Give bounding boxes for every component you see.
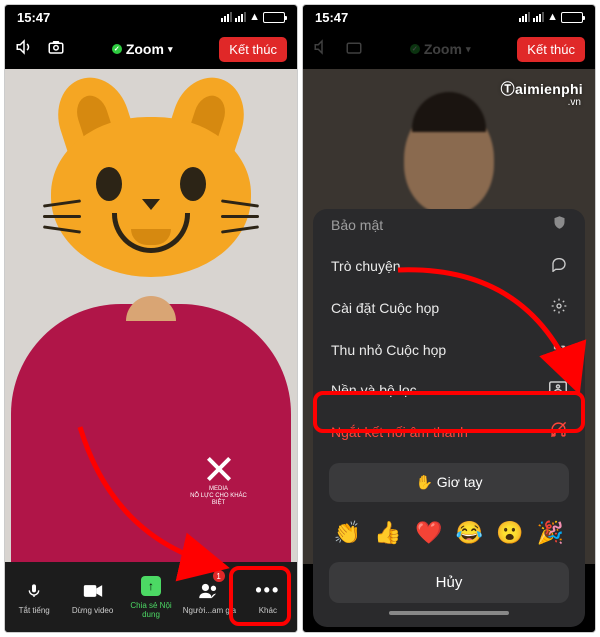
meeting-bottom-bar: Tắt tiếng Dừng video ↑ Chia sẻ Nội dung … — [5, 562, 297, 632]
more-icon: ••• — [255, 580, 280, 602]
camera-switch-icon[interactable] — [345, 38, 363, 61]
reaction-laugh[interactable]: 😂 — [456, 520, 483, 546]
headphones-off-icon — [550, 421, 567, 442]
participants-badge: 1 — [213, 570, 225, 582]
wifi-icon: ▲ — [547, 11, 558, 23]
meeting-title[interactable]: ✓ Zoom ▾ — [410, 41, 471, 57]
home-indicator — [389, 611, 509, 615]
video-feed: MEDIANỖ LỰC CHO KHÁC BIỆT — [5, 69, 297, 564]
shield-icon: ✓ — [112, 44, 122, 54]
minimize-icon — [552, 340, 567, 359]
cancel-button[interactable]: Hủy — [329, 562, 569, 603]
disconnect-audio-row[interactable]: Ngắt kết nối âm thanh — [313, 410, 585, 453]
reactions-row: 👏 👍 ❤️ 😂 😮 🎉 — [313, 512, 585, 554]
person-head-blur — [404, 104, 494, 214]
reaction-tada[interactable]: 🎉 — [537, 520, 564, 546]
reaction-heart[interactable]: ❤️ — [415, 520, 442, 546]
meeting-title[interactable]: ✓ Zoom ▾ — [112, 41, 173, 57]
shield-icon: ✓ — [410, 44, 420, 54]
speaker-icon[interactable] — [313, 38, 331, 61]
settings-label: Cài đặt Cuộc họp — [331, 300, 439, 316]
share-icon: ↑ — [141, 575, 161, 597]
meeting-settings-row[interactable]: Cài đặt Cuộc họp — [313, 287, 585, 329]
wifi-icon: ▲ — [249, 11, 260, 23]
more-button[interactable]: ••• Khác — [239, 562, 297, 632]
security-label: Bảo mật — [331, 217, 383, 233]
mute-label: Tắt tiếng — [19, 606, 50, 615]
share-label: Chia sẻ Nội dung — [122, 601, 180, 619]
watermark-tld: .vn — [568, 97, 581, 108]
end-meeting-button[interactable]: Kết thúc — [517, 37, 585, 62]
cellular-icon-2 — [235, 12, 246, 22]
disconnect-label: Ngắt kết nối âm thanh — [331, 424, 468, 440]
participants-icon — [198, 580, 220, 602]
participants-button[interactable]: 1 Người...am gia — [180, 562, 238, 632]
minimize-label: Thu nhỏ Cuộc họp — [331, 342, 446, 358]
security-row[interactable]: Bảo mật — [313, 209, 585, 245]
person-torso: MEDIANỖ LỰC CHO KHÁC BIỆT — [11, 304, 291, 564]
shield-icon — [552, 215, 567, 234]
watermark-brand: Ⓣaimienphi — [501, 79, 583, 99]
meeting-top-bar: ✓ Zoom ▾ Kết thúc — [303, 29, 595, 69]
status-time: 15:47 — [315, 10, 348, 25]
chat-label: Trò chuyện — [331, 258, 401, 274]
chat-icon — [551, 256, 567, 276]
microphone-icon — [26, 580, 42, 602]
phone-screenshot-right: 15:47 ▲ ✓ Zoom ▾ Kết thúc Ⓣaimienphi .vn — [302, 4, 596, 633]
meeting-top-bar: ✓ Zoom ▾ Kết thúc — [5, 29, 297, 69]
reaction-clap[interactable]: 👏 — [334, 520, 361, 546]
filters-icon — [549, 381, 567, 399]
reaction-thumbsup[interactable]: 👍 — [374, 520, 401, 546]
speaker-icon[interactable] — [15, 38, 33, 61]
stop-video-button[interactable]: Dừng video — [63, 562, 121, 632]
background-filters-row[interactable]: Nền và bộ lọc — [313, 370, 585, 410]
battery-icon — [263, 12, 285, 23]
video-icon — [83, 580, 103, 602]
cellular-icon — [519, 12, 530, 22]
raise-hand-label: Giơ tay — [437, 474, 483, 490]
chevron-down-icon: ▾ — [466, 44, 471, 55]
phone-screenshot-left: 15:47 ▲ ✓ Zoom ▾ Kết thúc — [4, 4, 298, 633]
status-bar: 15:47 ▲ — [303, 5, 595, 29]
status-bar: 15:47 ▲ — [5, 5, 297, 29]
participants-label: Người...am gia — [183, 606, 236, 615]
cat-avatar-filter — [51, 89, 251, 279]
raise-hand-emoji: ✋ — [415, 474, 432, 490]
cellular-icon-2 — [533, 12, 544, 22]
chevron-down-icon: ▾ — [168, 44, 173, 55]
end-meeting-button[interactable]: Kết thúc — [219, 37, 287, 62]
meeting-title-text: Zoom — [126, 41, 164, 57]
minimize-meeting-row[interactable]: Thu nhỏ Cuộc họp — [313, 329, 585, 370]
more-options-sheet: Bảo mật Trò chuyện Cài đặt Cuộc họp Thu … — [313, 209, 585, 627]
status-indicators: ▲ — [519, 11, 583, 23]
gear-icon — [551, 298, 567, 318]
camera-switch-icon[interactable] — [47, 38, 65, 61]
reaction-wow[interactable]: 😮 — [496, 520, 523, 546]
status-indicators: ▲ — [221, 11, 285, 23]
status-time: 15:47 — [17, 10, 50, 25]
raise-hand-button[interactable]: ✋ Giơ tay — [329, 463, 569, 502]
cellular-icon — [221, 12, 232, 22]
more-label: Khác — [259, 606, 277, 615]
battery-icon — [561, 12, 583, 23]
filters-label: Nền và bộ lọc — [331, 382, 417, 398]
video-label: Dừng video — [72, 606, 113, 615]
share-content-button[interactable]: ↑ Chia sẻ Nội dung — [122, 562, 180, 632]
mute-button[interactable]: Tắt tiếng — [5, 562, 63, 632]
chat-row[interactable]: Trò chuyện — [313, 245, 585, 287]
